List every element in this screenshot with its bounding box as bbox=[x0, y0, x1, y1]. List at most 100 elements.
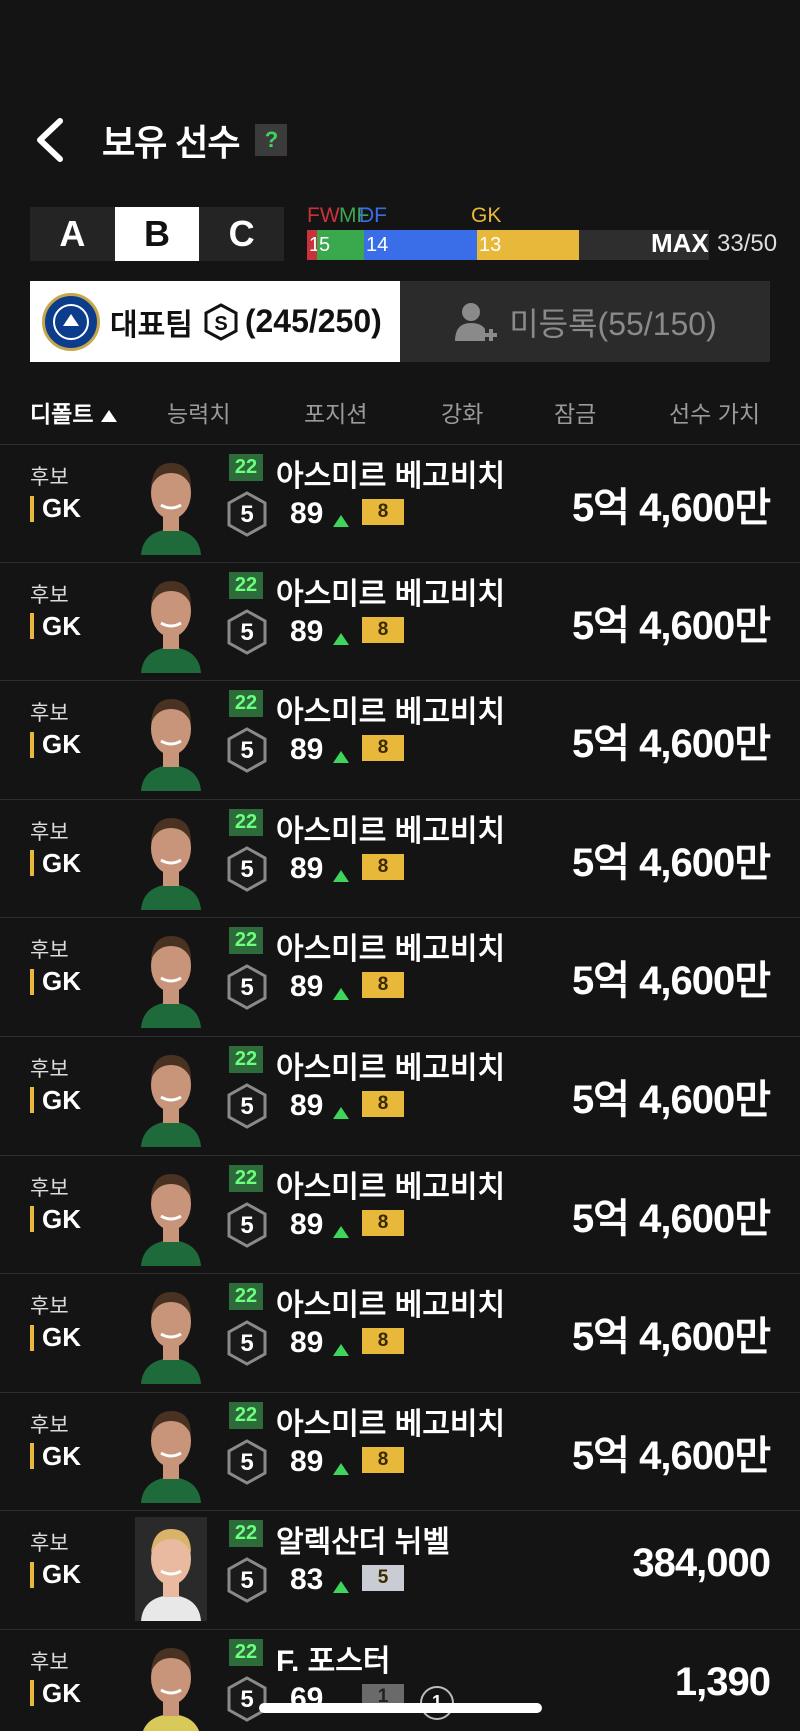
player-photo bbox=[135, 1042, 207, 1147]
player-row[interactable]: 후보 GK 22 아스미르 베고비치 5 89 8 5억 4,600만 bbox=[0, 444, 800, 563]
enhance-level: 5 bbox=[240, 855, 254, 883]
tab-main-team[interactable]: 대표팀 S (245/250) bbox=[30, 281, 400, 362]
main-team-label: 대표팀 bbox=[110, 308, 193, 342]
player-position: GK bbox=[30, 1441, 81, 1472]
player-row[interactable]: 후보 GK 22 아스미르 베고비치 5 89 8 5억 4,600만 bbox=[0, 1037, 800, 1156]
player-position: GK bbox=[30, 966, 81, 997]
svg-text:S: S bbox=[214, 313, 227, 335]
enhance-level: 5 bbox=[240, 501, 254, 528]
position-color-bar bbox=[30, 495, 34, 522]
header: 보유 선수 ? bbox=[34, 110, 288, 170]
help-button[interactable]: ? bbox=[255, 124, 288, 156]
player-position-label: GK bbox=[42, 493, 81, 523]
grade-badge: 5 bbox=[362, 1565, 404, 1592]
player-name: 아스미르 베고비치 bbox=[276, 577, 506, 611]
player-value: 5억 4,600만 bbox=[571, 1077, 771, 1122]
position-labels: FW MF DF GK bbox=[307, 204, 787, 228]
enhance-level: 5 bbox=[240, 1330, 254, 1358]
player-position: GK bbox=[30, 1559, 81, 1590]
player-position-label: GK bbox=[42, 1559, 81, 1590]
player-row[interactable]: 후보 GK 22 아스미르 베고비치 5 89 8 5억 4,600만 bbox=[0, 800, 800, 919]
player-name: F. 포스터 bbox=[276, 1644, 391, 1678]
player-position: GK bbox=[30, 1322, 81, 1353]
sort-enhance[interactable]: 강화 bbox=[441, 395, 483, 429]
grade-badge: 8 bbox=[362, 1446, 404, 1473]
player-position-label: GK bbox=[42, 1677, 81, 1708]
player-row[interactable]: 후보 GK 22 아스미르 베고비치 5 89 8 5억 4,600만 bbox=[0, 918, 800, 1037]
player-value: 384,000 bbox=[632, 1541, 771, 1586]
grade-badge: 8 bbox=[362, 853, 404, 880]
player-photo bbox=[135, 1161, 207, 1266]
back-button[interactable] bbox=[34, 110, 84, 170]
squad-tab-a[interactable]: A bbox=[30, 207, 115, 261]
season-badge: 22 bbox=[229, 1638, 263, 1666]
player-row[interactable]: 후보 GK 22 아스미르 베고비치 5 89 8 5억 4,600만 bbox=[0, 1156, 800, 1275]
position-color-bar bbox=[30, 1443, 34, 1470]
position-color-bar bbox=[30, 613, 34, 640]
player-ovr: 89 bbox=[290, 1207, 324, 1241]
trend-up-icon bbox=[333, 1225, 349, 1238]
player-value: 5억 4,600만 bbox=[571, 1196, 771, 1241]
sort-value[interactable]: 선수 가치 bbox=[669, 395, 760, 429]
squad-tab-c[interactable]: C bbox=[199, 207, 284, 261]
grade-badge: 8 bbox=[362, 735, 404, 762]
player-position-label: GK bbox=[42, 1203, 81, 1234]
position-color-bar bbox=[30, 1206, 34, 1233]
player-status: 후보 bbox=[30, 820, 69, 844]
player-value: 5억 4,600만 bbox=[571, 1315, 771, 1360]
fw-label: FW bbox=[307, 204, 340, 227]
squad-tab-b[interactable]: B bbox=[114, 207, 200, 261]
sort-position[interactable]: 포지션 bbox=[304, 395, 367, 429]
player-row[interactable]: 후보 GK 22 아스미르 베고비치 5 89 8 5억 4,600만 bbox=[0, 563, 800, 682]
position-color-bar bbox=[30, 1324, 34, 1351]
player-position: GK bbox=[30, 1085, 81, 1116]
season-badge: 22 bbox=[229, 1283, 263, 1311]
player-status: 후보 bbox=[30, 1532, 69, 1556]
trend-up-icon bbox=[333, 751, 349, 764]
enhance-level: 5 bbox=[240, 1211, 254, 1239]
player-row[interactable]: 후보 GK 22 아스미르 베고비치 5 89 8 5억 4,600만 bbox=[0, 681, 800, 800]
sort-lock[interactable]: 잠금 bbox=[554, 395, 596, 429]
player-ovr: 83 bbox=[290, 1563, 324, 1597]
player-ovr: 89 bbox=[290, 970, 324, 1004]
player-position-label: GK bbox=[42, 1440, 81, 1471]
enhance-level: 5 bbox=[240, 618, 254, 646]
trend-up-icon bbox=[333, 1462, 349, 1475]
main-team-count: (245/250) bbox=[244, 303, 382, 339]
player-photo bbox=[135, 805, 207, 910]
position-color-bar bbox=[30, 850, 34, 877]
player-name: 아스미르 베고비치 bbox=[276, 1051, 506, 1085]
player-ovr: 89 bbox=[290, 851, 324, 885]
grade-badge: 8 bbox=[362, 1090, 404, 1117]
gk-label: GK bbox=[471, 204, 502, 227]
player-name: 아스미르 베고비치 bbox=[276, 1170, 506, 1204]
season-badge: 22 bbox=[229, 571, 263, 599]
trend-up-icon bbox=[333, 632, 349, 645]
tab-unregistered[interactable]: 미등록(55/150) bbox=[400, 281, 770, 362]
enhance-level: 5 bbox=[240, 737, 254, 765]
trend-up-icon bbox=[333, 988, 349, 1001]
player-status: 후보 bbox=[30, 1295, 69, 1319]
sort-default[interactable]: 디폴트 bbox=[30, 395, 118, 429]
player-row[interactable]: 후보 GK 22 F. 포스터 5 69 1 1 1,390 bbox=[0, 1630, 800, 1731]
player-row[interactable]: 후보 GK 22 알렉산더 뉘벨 5 83 5 384,000 bbox=[0, 1511, 800, 1630]
player-position-label: GK bbox=[42, 847, 81, 878]
position-color-bar bbox=[30, 968, 34, 995]
enhance-level: 5 bbox=[240, 974, 254, 1002]
player-position: GK bbox=[30, 848, 81, 879]
df-label: DF bbox=[359, 204, 387, 227]
season-badge: 22 bbox=[229, 1164, 263, 1192]
trend-up-icon bbox=[333, 1344, 349, 1357]
sort-ability[interactable]: 능력치 bbox=[167, 395, 230, 429]
position-color-bar bbox=[30, 1087, 34, 1114]
sort-header: 디폴트 능력치 포지션 강화 잠금 선수 가치 bbox=[0, 385, 800, 435]
player-status: 후보 bbox=[30, 1057, 69, 1081]
squad-count: 33/50 bbox=[717, 230, 778, 257]
player-row[interactable]: 후보 GK 22 아스미르 베고비치 5 89 8 5억 4,600만 bbox=[0, 1274, 800, 1393]
player-status: 후보 bbox=[30, 583, 69, 607]
player-status: 후보 bbox=[30, 702, 69, 726]
df-segment: 14 bbox=[364, 230, 477, 260]
player-position-label: GK bbox=[42, 1084, 81, 1115]
player-ovr: 89 bbox=[290, 497, 324, 530]
player-row[interactable]: 후보 GK 22 아스미르 베고비치 5 89 8 5억 4,600만 bbox=[0, 1393, 800, 1512]
